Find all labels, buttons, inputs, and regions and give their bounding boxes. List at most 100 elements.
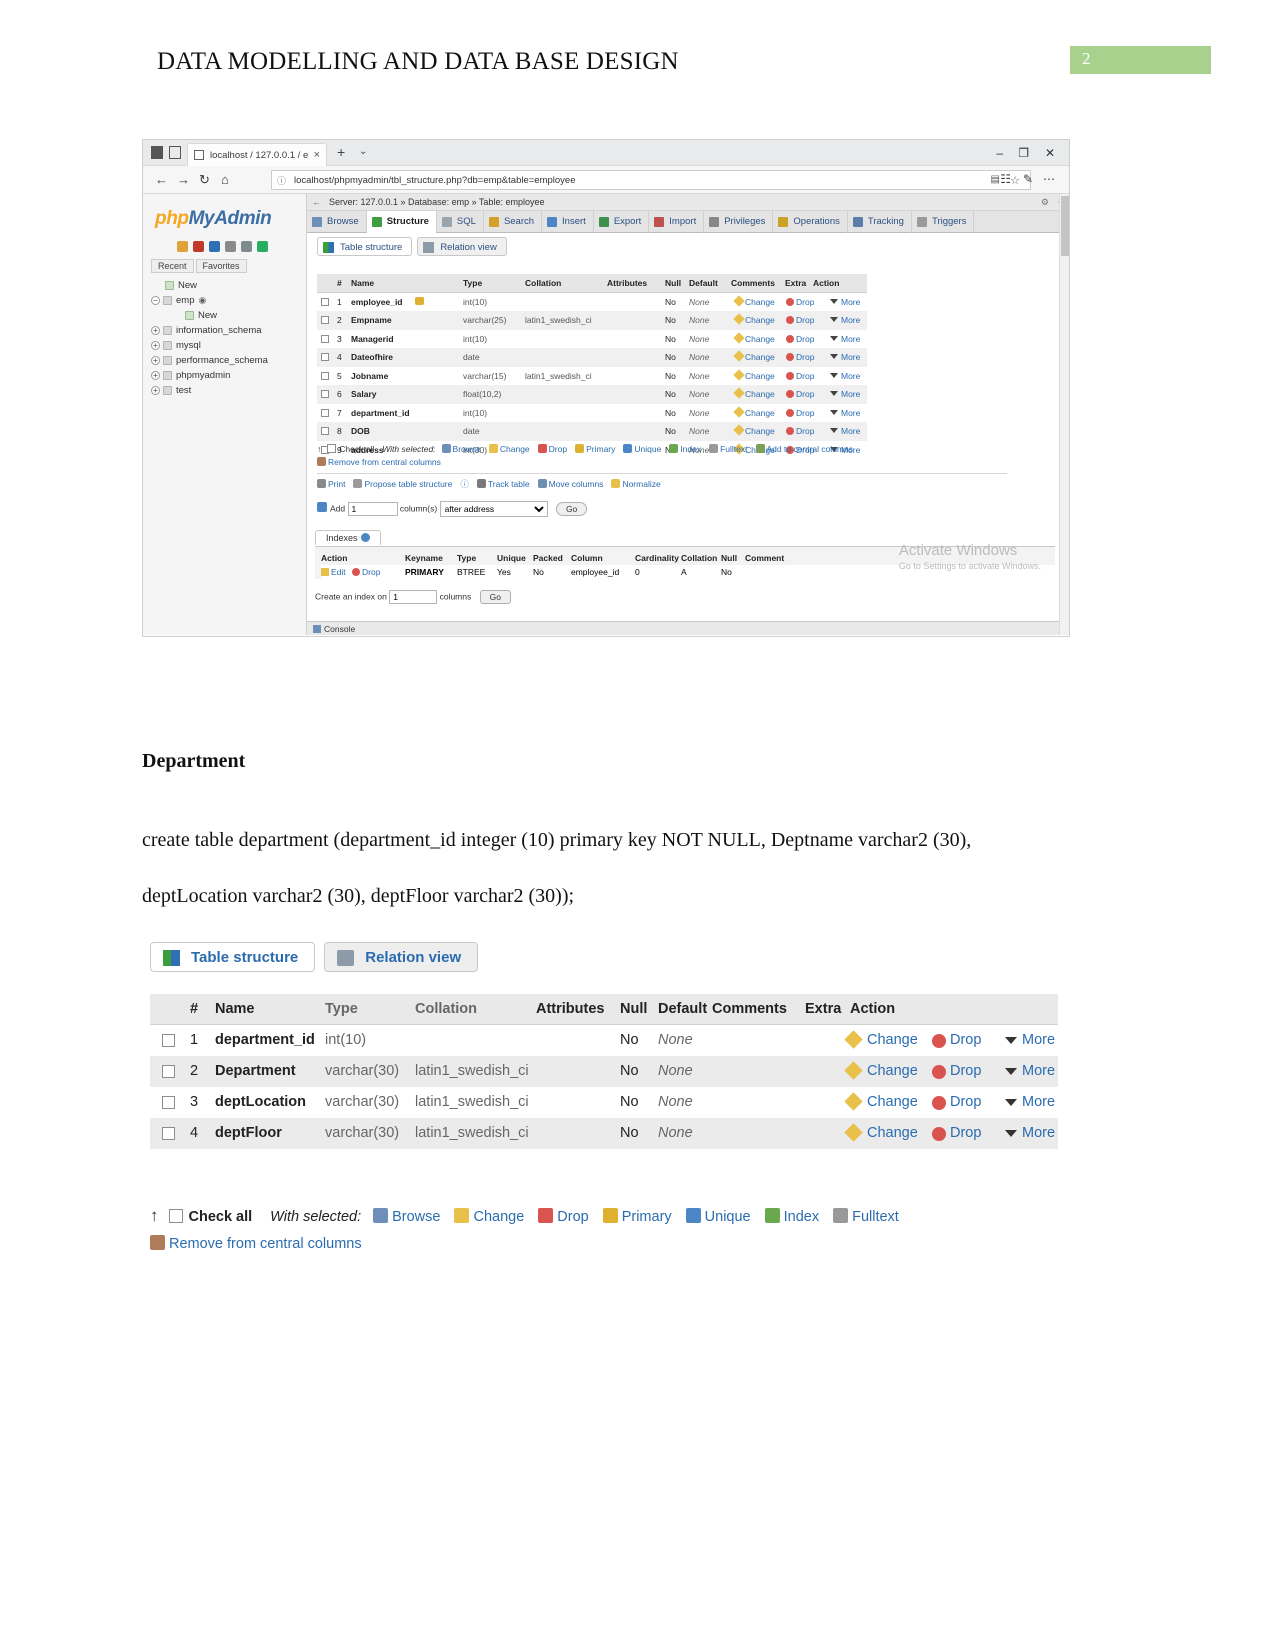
drop-link[interactable]: Drop [796,348,814,367]
drop-link[interactable]: Drop [950,1118,981,1149]
close-window-icon[interactable]: ✕ [1045,146,1055,160]
indexes-tab[interactable]: Indexes [315,530,381,545]
browser-tab[interactable]: localhost / 127.0.0.1 / e × [187,143,327,166]
tree-item-emp[interactable]: − emp ◉ [151,293,306,308]
add-column-count-input[interactable] [347,502,398,516]
settings-icon[interactable] [241,241,252,253]
row-checkbox[interactable] [321,334,329,343]
expand-icon[interactable]: + [151,385,160,395]
add-central-columns-link[interactable]: Add to central columns [755,444,853,454]
expand-icon[interactable]: + [151,340,160,350]
table-row[interactable]: 3 deptLocation varchar(30) latin1_swedish_c… [150,1087,1058,1118]
tab-recent[interactable]: Recent [151,259,194,273]
check-all-checkbox[interactable] [327,444,337,453]
index-link[interactable]: Index [669,444,701,454]
add-position-select[interactable]: after address [439,501,548,517]
settings-menu-icon[interactable]: ⋯ [1043,172,1055,186]
change-link[interactable]: Change [745,367,775,386]
tree-item-test[interactable]: + test [151,383,306,398]
tree-item-new-table[interactable]: New [151,308,306,323]
more-link[interactable]: More [1022,1056,1055,1087]
row-checkbox[interactable] [162,1034,175,1047]
table-row[interactable]: 2 Empname varchar(25) latin1_swedish_ci No No… [317,311,867,330]
change-link[interactable]: Change [867,1118,918,1149]
table-row[interactable]: 2 Department varchar(30) latin1_swedish_ci N… [150,1056,1058,1087]
track-table-link[interactable]: Track table [476,479,530,489]
browse-link[interactable]: Browse [373,1208,440,1225]
more-link[interactable]: More [1022,1025,1055,1056]
unique-link[interactable]: Unique [685,1208,751,1225]
row-checkbox[interactable] [162,1096,175,1109]
tree-item-performance-schema[interactable]: + performance_schema [151,353,306,368]
primary-link[interactable]: Primary [575,444,615,454]
drop-link[interactable]: Drop [796,422,814,441]
create-index-count-input[interactable] [389,590,438,604]
propose-table-structure-link[interactable]: Propose table structure [353,479,452,489]
eye-icon[interactable]: ◉ [198,295,206,305]
tree-item-information-schema[interactable]: + information_schema [151,323,306,338]
collections-icon[interactable]: ☷ [1000,172,1011,186]
check-all-label[interactable]: Check all [339,444,374,454]
table-row[interactable]: 7 department_id int(10) No None Change Drop Mor… [317,404,867,423]
minimize-icon[interactable]: – [996,146,1003,160]
fulltext-link[interactable]: Fulltext [833,1208,899,1225]
move-columns-link[interactable]: Move columns [537,479,603,489]
tab-browse[interactable]: Browse [307,211,367,233]
more-link[interactable]: More [1022,1118,1055,1149]
change-link[interactable]: Change [745,330,775,349]
table-row[interactable]: 1 department_id int(10) No None Change Drop Mor… [150,1025,1058,1056]
tab-privileges[interactable]: Privileges [704,211,774,233]
drop-link[interactable]: Drop [537,444,567,454]
check-all-label[interactable]: Check all [189,1209,253,1225]
tab-operations[interactable]: Operations [773,211,848,233]
change-link[interactable]: Change [867,1087,918,1118]
home-icon[interactable]: ⌂ [221,172,229,187]
bookmark-star-icon[interactable]: ☆ [1010,174,1020,187]
table-row[interactable]: 8 DOB date No None Change Drop More [317,422,867,441]
tab-tracking[interactable]: Tracking [848,211,912,233]
change-link[interactable]: Change [745,385,775,404]
change-link[interactable]: Change [488,444,530,454]
new-tab-icon[interactable]: + [337,144,345,160]
idx-drop-link[interactable]: Drop [362,567,380,577]
print-link[interactable]: Print [317,479,345,489]
sql-icon[interactable] [193,241,204,253]
table-row[interactable]: 1 employee_id int(10) No None Change Drop More [317,293,867,312]
drop-link[interactable]: Drop [796,367,814,386]
table-row[interactable]: 4 Dateofhire date No None Change Drop More [317,348,867,367]
row-checkbox[interactable] [321,390,329,398]
row-checkbox[interactable] [321,297,329,306]
docs-icon[interactable] [225,241,236,253]
drop-link[interactable]: Drop [796,330,814,349]
add-column-go-button[interactable]: Go [555,502,588,516]
row-checkbox[interactable] [162,1065,175,1078]
row-checkbox[interactable] [321,316,329,324]
more-link[interactable]: More [841,367,860,386]
row-checkbox[interactable] [321,353,329,361]
expand-icon[interactable]: + [151,355,160,365]
subtab-relation-view[interactable]: Relation view [324,942,479,972]
collapse-icon[interactable]: − [151,295,160,305]
site-info-icon[interactable]: ⓘ [277,174,286,187]
back-icon[interactable]: ← [155,172,168,187]
help-icon[interactable] [360,533,370,542]
tab-favorites[interactable]: Favorites [195,259,247,273]
check-all-checkbox[interactable] [168,1209,183,1223]
normalize-link[interactable]: Normalize [611,479,661,489]
remove-central-columns-link[interactable]: Remove from central columns [317,457,441,467]
drop-link[interactable]: Drop [950,1056,981,1087]
more-link[interactable]: More [841,385,860,404]
table-row[interactable]: 3 Managerid int(10) No None Change Drop More [317,330,867,349]
change-link[interactable]: Change [867,1056,918,1087]
more-link[interactable]: More [1022,1087,1055,1118]
tab-insert[interactable]: Insert [542,211,594,233]
forward-icon[interactable]: → [177,172,190,187]
favorites-icon[interactable]: ✎ [1023,172,1033,186]
primary-link[interactable]: Primary [602,1208,672,1225]
expand-icon[interactable]: + [151,370,160,380]
row-checkbox[interactable] [321,408,329,417]
window-menu-icon[interactable] [151,146,163,159]
change-link[interactable]: Change [745,348,775,367]
tab-import[interactable]: Import [649,211,705,233]
maximize-icon[interactable]: ❐ [1018,146,1029,160]
